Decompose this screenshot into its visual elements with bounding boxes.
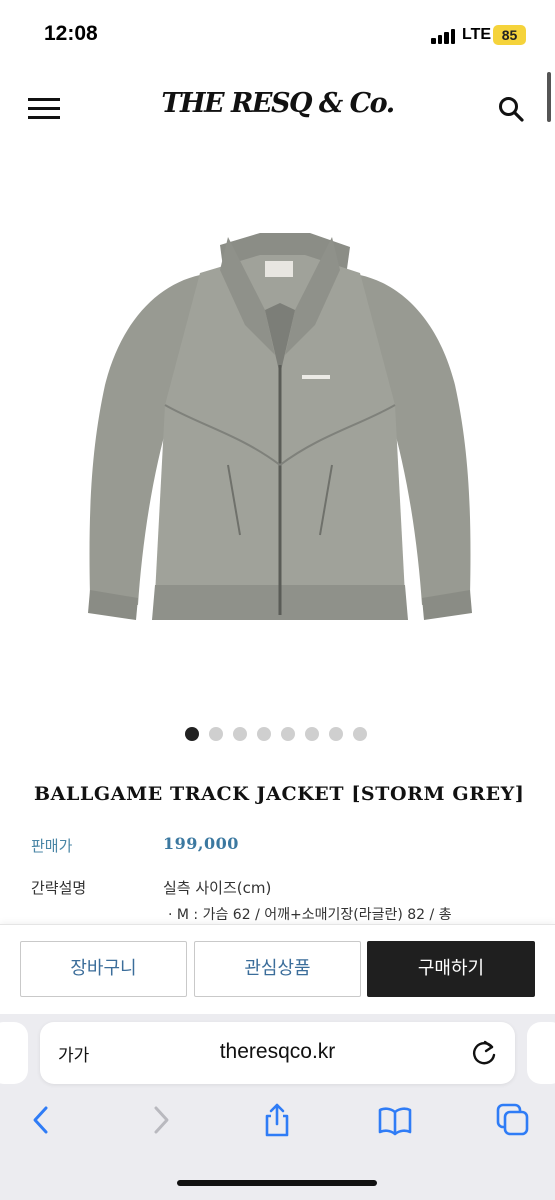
reload-icon[interactable] xyxy=(470,1038,498,1068)
carousel-dot[interactable] xyxy=(329,727,343,741)
carousel-dot[interactable] xyxy=(353,727,367,741)
carousel-dot[interactable] xyxy=(209,727,223,741)
description-size-line: · M : 가슴 62 / 어깨+소매기장(라글란) 82 / 총 xyxy=(168,907,452,923)
bookmarks-icon[interactable] xyxy=(377,1102,413,1138)
wishlist-button[interactable]: 관심상품 xyxy=(194,941,361,997)
description-heading: 실측 사이즈(cm) xyxy=(163,879,272,897)
home-indicator xyxy=(177,1180,377,1186)
carousel-dot[interactable] xyxy=(281,727,295,741)
carousel-dot[interactable] xyxy=(233,727,247,741)
carousel-dot[interactable] xyxy=(257,727,271,741)
forward-icon[interactable] xyxy=(142,1102,178,1138)
site-logo[interactable]: THE RESQ & Co. xyxy=(0,88,555,119)
carousel-dot[interactable] xyxy=(185,727,199,741)
price-label: 판매가 xyxy=(31,837,73,855)
browser-bottom-bar: 가가 theresqco.kr xyxy=(0,1014,555,1200)
previous-tab-peek[interactable] xyxy=(0,1022,28,1084)
site-header: THE RESQ & Co. xyxy=(0,70,555,148)
battery-icon: 85 xyxy=(493,25,526,45)
scroll-indicator xyxy=(547,72,551,122)
network-label: LTE xyxy=(462,26,492,43)
back-icon[interactable] xyxy=(24,1102,60,1138)
tabs-icon[interactable] xyxy=(495,1102,531,1138)
product-title: BALLGAME TRACK JACKET [STORM GREY] xyxy=(34,783,525,805)
carousel-dot[interactable] xyxy=(305,727,319,741)
address-bar[interactable]: 가가 theresqco.kr xyxy=(40,1022,515,1084)
add-to-cart-button[interactable]: 장바구니 xyxy=(20,941,187,997)
signal-icon xyxy=(431,28,457,44)
url-text[interactable]: theresqco.kr xyxy=(40,1040,515,1064)
purchase-action-bar: 장바구니 관심상품 구매하기 xyxy=(0,924,555,1014)
grey-track-jacket-image[interactable] xyxy=(60,215,490,635)
image-carousel-dots xyxy=(185,727,367,743)
next-tab-peek[interactable] xyxy=(527,1022,555,1084)
price-value: 199,000 xyxy=(163,834,239,853)
share-icon[interactable] xyxy=(259,1102,295,1138)
status-bar: 12:08 LTE 85 xyxy=(0,0,555,70)
description-label: 간략설명 xyxy=(31,879,87,897)
buy-now-button[interactable]: 구매하기 xyxy=(367,941,535,997)
status-time: 12:08 xyxy=(44,22,98,45)
search-icon[interactable] xyxy=(497,95,525,123)
